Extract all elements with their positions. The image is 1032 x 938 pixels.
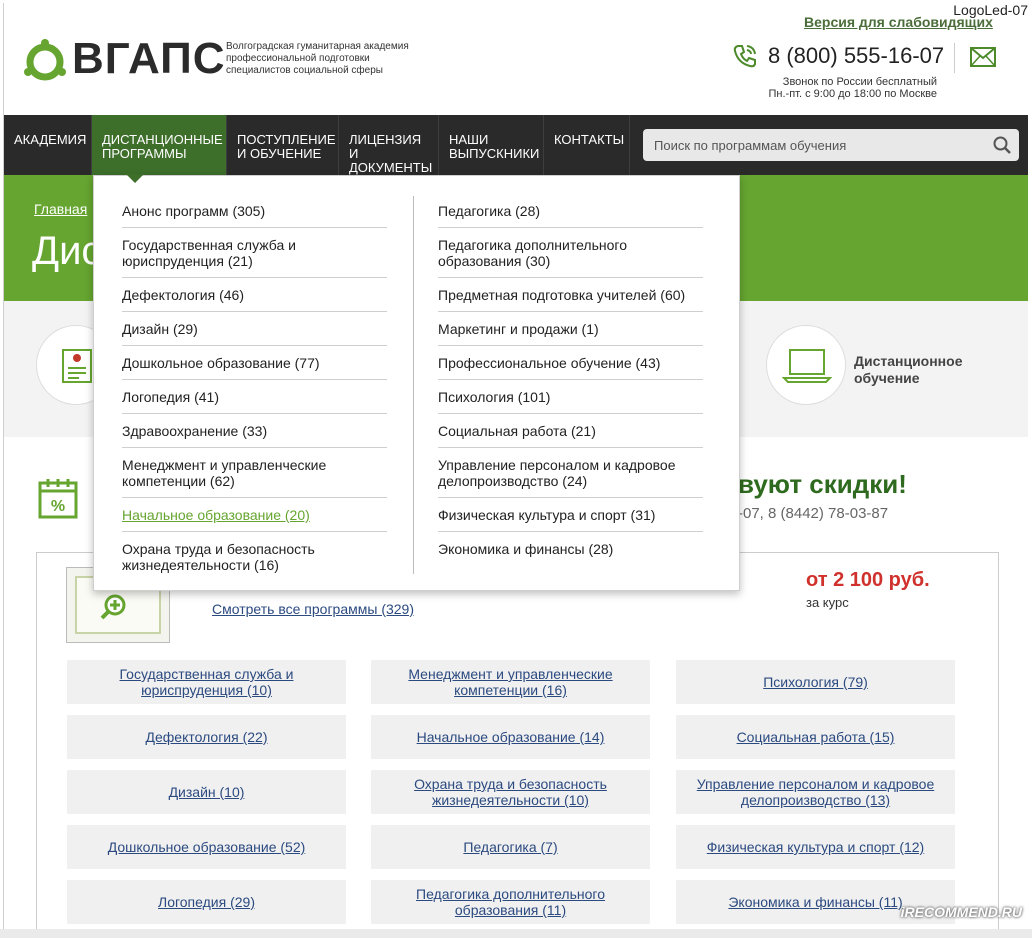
dropdown-column-divider [413, 196, 414, 574]
breadcrumb-home[interactable]: Главная [34, 201, 87, 217]
phone-note-hours: Пн.-пт. с 9:00 до 18:00 по Москве [768, 88, 937, 100]
phone-number[interactable]: 8 (800) 555-16-07 [768, 43, 944, 69]
nav-item-distance-programs[interactable]: Дистанционные программы [92, 115, 227, 175]
dropdown-item[interactable]: Маркетинг и продажи (1) [438, 312, 703, 346]
dropdown-item[interactable]: Экономика и финансы (28) [438, 532, 703, 565]
dropdown-item[interactable]: Менеджмент и управленческие компетенции … [122, 448, 387, 498]
nav-item-license[interactable]: Лицензия и документы [339, 115, 439, 175]
discount-title: вуют скидки! [738, 469, 907, 499]
program-grid-item[interactable]: Охрана труда и безопасность жизнедеятель… [371, 770, 650, 814]
zoom-in-icon[interactable] [100, 593, 128, 621]
dropdown-column-right: Педагогика (28) Педагогика дополнительно… [438, 194, 703, 565]
phone-icon [733, 45, 756, 68]
dropdown-item[interactable]: Психология (101) [438, 380, 703, 414]
see-all-programs-link[interactable]: Смотреть все программы (329) [212, 601, 414, 617]
program-grid-item[interactable]: Дизайн (10) [67, 770, 346, 814]
header-divider [954, 43, 955, 73]
dropdown-item[interactable]: Физическая культура и спорт (31) [438, 498, 703, 532]
nav-item-academy[interactable]: Академия [4, 115, 92, 175]
dropdown-item[interactable]: Дошкольное образование (77) [122, 346, 387, 380]
certificate-icon [62, 349, 92, 383]
window-bottom-strip [0, 929, 1032, 938]
program-grid-item[interactable]: Социальная работа (15) [676, 715, 955, 759]
dropdown-pointer [126, 174, 144, 183]
dropdown-item[interactable]: Предметная подготовка учителей (60) [438, 278, 703, 312]
logo-subtitle: Волгоградская гуманитарная академия проф… [226, 41, 409, 76]
program-grid-item[interactable]: Дошкольное образование (52) [67, 825, 346, 869]
logo-wordmark[interactable]: ВГАПС [72, 31, 226, 87]
nav-item-admission[interactable]: Поступление и обучение [227, 115, 339, 175]
program-grid-item[interactable]: Педагогика (7) [371, 825, 650, 869]
program-grid-item[interactable]: Дефектология (22) [67, 715, 346, 759]
page-title: Дис [32, 229, 102, 273]
dropdown-item[interactable]: Анонс программ (305) [122, 194, 387, 228]
dropdown-column-left: Анонс программ (305) Государственная слу… [122, 194, 387, 581]
dropdown-item[interactable]: Государственная служба и юриспруденция (… [122, 228, 387, 278]
watermark-text: LogoLed-07 [953, 2, 1028, 18]
svg-text:%: % [51, 498, 65, 515]
main-nav: Академия Дистанционные программы Поступл… [4, 115, 1028, 175]
mail-icon[interactable] [970, 47, 996, 67]
dropdown-item[interactable]: Здравоохранение (33) [122, 414, 387, 448]
browser-page: ВГАПС Волгоградская гуманитарная академи… [3, 3, 1028, 931]
program-grid-item[interactable]: Логопедия (29) [67, 880, 346, 924]
dropdown-item-hovered[interactable]: Начальное образование (20) [122, 498, 387, 532]
dropdown-item[interactable]: Педагогика дополнительного образования (… [438, 228, 703, 278]
programs-dropdown-menu: Анонс программ (305) Государственная слу… [93, 175, 740, 591]
program-grid-item[interactable]: Психология (79) [676, 660, 955, 704]
dropdown-item[interactable]: Педагогика (28) [438, 194, 703, 228]
logo-icon[interactable] [22, 39, 68, 85]
laptop-icon [782, 349, 832, 383]
nav-item-graduates[interactable]: Наши выпускники [439, 115, 544, 175]
program-grid-item[interactable]: Физическая культура и спорт (12) [676, 825, 955, 869]
program-grid-item[interactable]: Менеджмент и управленческие компетенции … [371, 660, 650, 704]
feature-label-distance: Дистанционное обучение [854, 353, 963, 386]
feature-circle-distance [766, 325, 846, 405]
dropdown-item[interactable]: Управление персоналом и кадровое делопро… [438, 448, 703, 498]
dropdown-item[interactable]: Социальная работа (21) [438, 414, 703, 448]
dropdown-item[interactable]: Охрана труда и безопасность жизнедеятель… [122, 532, 387, 581]
price-note: за курс [806, 595, 849, 610]
search-input[interactable] [643, 129, 983, 161]
program-grid-item[interactable]: Управление персоналом и кадровое делопро… [676, 770, 955, 814]
search-icon[interactable] [993, 136, 1011, 154]
program-grid-item[interactable]: Начальное образование (14) [371, 715, 650, 759]
nav-item-contacts[interactable]: Контакты [544, 115, 630, 175]
recommend-watermark: iRECOMMEND.RU [900, 904, 1022, 920]
phone-note-free: Звонок по России бесплатный [782, 76, 937, 88]
program-grid-item[interactable]: Педагогика дополнительного образования (… [371, 880, 650, 924]
price-from: от 2 100 руб. [806, 569, 930, 591]
site-header: ВГАПС Волгоградская гуманитарная академи… [4, 3, 1028, 115]
discount-phones: -07, 8 (8442) 78-03-87 [738, 505, 889, 522]
search-box [643, 129, 1019, 161]
dropdown-item[interactable]: Дизайн (29) [122, 312, 387, 346]
program-grid-item[interactable]: Государственная служба и юриспруденция (… [67, 660, 346, 704]
dropdown-item[interactable]: Профессиональное обучение (43) [438, 346, 703, 380]
discount-calendar-icon: % [38, 479, 78, 519]
dropdown-item[interactable]: Логопедия (41) [122, 380, 387, 414]
dropdown-item[interactable]: Дефектология (46) [122, 278, 387, 312]
